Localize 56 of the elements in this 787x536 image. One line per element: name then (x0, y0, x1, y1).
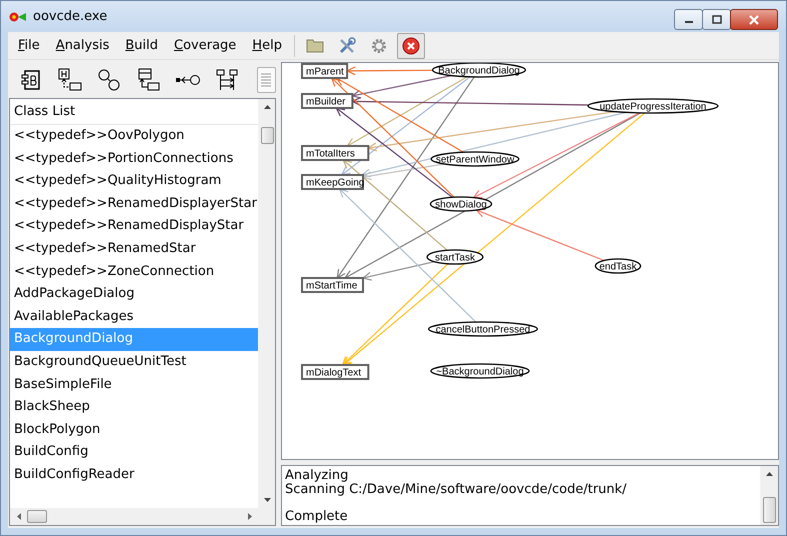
class-list-item[interactable]: AddPackageDialog (10, 283, 258, 306)
class-list-item[interactable]: BuildConfig (10, 441, 258, 464)
scroll-left-icon[interactable] (16, 513, 20, 520)
scroll-thumb[interactable] (763, 497, 776, 523)
class-list-item[interactable]: <<typedef>>RenamedDisplayStar (10, 215, 258, 238)
maximize-icon (712, 15, 722, 24)
app-icon (9, 10, 27, 22)
scroll-down-icon[interactable] (264, 498, 270, 502)
class-list-item[interactable]: BlackSheep (10, 396, 258, 419)
vertical-scrollbar[interactable] (760, 466, 778, 525)
member-node: mDialogText (301, 364, 370, 380)
member-node: mParent (301, 63, 348, 79)
class-list-item[interactable]: BaseSimpleFile (10, 374, 258, 396)
menu-item[interactable]: Analysis (48, 38, 118, 53)
menu-item[interactable]: Coverage (166, 38, 244, 53)
class-list-item[interactable]: <<typedef>>RenamedDisplayerStar (10, 192, 258, 216)
menu-item[interactable]: Help (244, 38, 290, 53)
class-list-item[interactable]: BackgroundQueueUnitTest (10, 350, 258, 374)
class-list-item[interactable]: BlockPolygon (10, 418, 258, 442)
output-line: Complete (285, 510, 349, 524)
class-list-item[interactable]: AvailablePackages (10, 306, 258, 328)
class-list-item[interactable]: <<typedef>>RenamedStar (10, 238, 258, 261)
class-list-item[interactable]: BuildConfigReader (10, 464, 258, 486)
method-node: startTask (426, 249, 484, 265)
window-title: oovcde.exe (33, 9, 108, 24)
output-line: Analyzing (285, 469, 350, 483)
stop-button[interactable] (396, 32, 425, 58)
list-header: Class List (10, 99, 258, 125)
scroll-right-icon[interactable] (248, 513, 252, 520)
scroll-thumb[interactable] (27, 510, 47, 523)
method-node: endTask (594, 258, 642, 274)
close-icon (748, 14, 760, 24)
scroll-up-icon[interactable] (264, 105, 270, 109)
menu-item[interactable]: File (10, 38, 48, 53)
method-node: updateProgressIteration (587, 98, 719, 114)
method-node: setParentWindow (430, 151, 520, 167)
maximize-button[interactable] (702, 9, 731, 30)
member-node: mStartTime (301, 277, 364, 293)
class-list-item[interactable]: <<typedef>>ZoneConnection (10, 260, 258, 284)
scroll-up-icon[interactable] (766, 472, 773, 476)
close-button[interactable] (730, 9, 778, 30)
output-line: Scanning C:/Dave/Mine/software/oovcde/code/trunk/ (285, 483, 628, 497)
class-list-item[interactable]: <<typedef>>PortionConnections (10, 148, 258, 170)
method-node: showDialog (430, 196, 492, 212)
class-list-item[interactable]: <<typedef>>OovPolygon (10, 125, 258, 148)
menu-item[interactable]: Build (117, 38, 166, 53)
method-node: BackgroundDialog (432, 63, 526, 78)
member-node: mTotalIters (301, 145, 370, 161)
scroll-thumb[interactable] (260, 127, 274, 144)
class-list-item[interactable]: <<typedef>>QualityHistogram (10, 170, 258, 193)
vertical-scrollbar[interactable] (258, 99, 275, 508)
horizontal-scrollbar[interactable] (10, 508, 275, 525)
minimize-button[interactable] (674, 9, 703, 30)
method-node: cancelButtonPressed (428, 321, 538, 337)
member-node: mBuilder (301, 93, 354, 109)
method-node: ~BackgroundDialog (430, 363, 530, 379)
